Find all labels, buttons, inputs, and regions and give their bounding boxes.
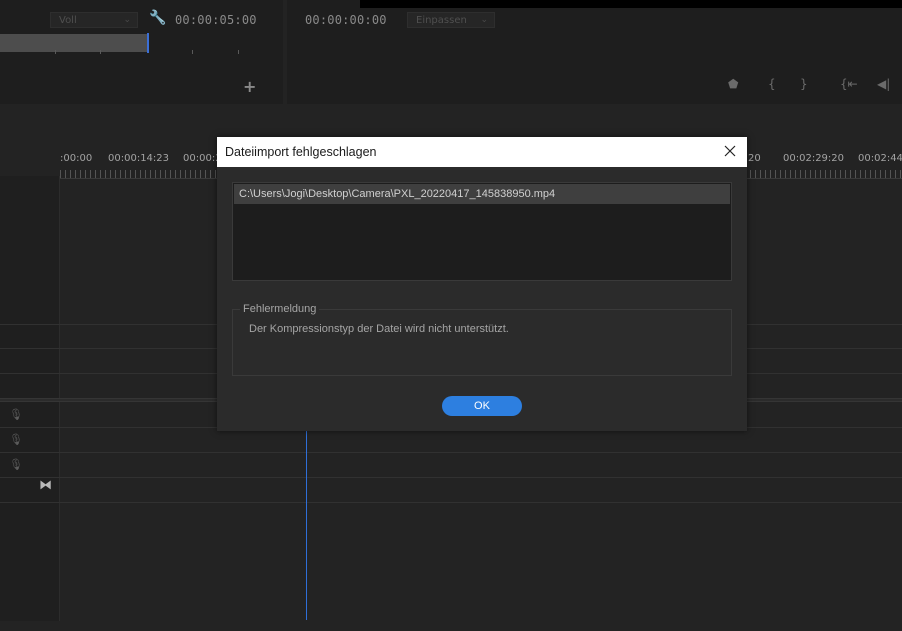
source-tick xyxy=(238,50,239,54)
chevron-down-icon: ⌄ xyxy=(123,15,131,25)
close-icon[interactable] xyxy=(721,142,739,160)
file-list[interactable]: C:\Users\Jogi\Desktop\Camera\PXL_2022041… xyxy=(232,182,732,281)
file-path: C:\Users\Jogi\Desktop\Camera\PXL_2022041… xyxy=(239,188,556,200)
source-monitor-panel: Voll ⌄ 🔧 00:00:05:00 + xyxy=(0,0,283,104)
microphone-icon[interactable]: 🎙 xyxy=(9,408,23,421)
marker-icon[interactable]: ⬟ xyxy=(728,77,738,91)
dialog-title-bar[interactable]: Dateiimport fehlgeschlagen xyxy=(217,137,747,167)
mark-out-icon[interactable]: } xyxy=(800,77,808,91)
error-group-label: Fehlermeldung xyxy=(240,303,320,315)
quality-dropdown-label: Voll xyxy=(59,15,77,26)
chevron-down-icon: ⌄ xyxy=(480,15,488,25)
ruler-label: 00:00:14:23 xyxy=(108,153,170,164)
ruler-label: :00:00 xyxy=(60,153,93,164)
wrench-icon[interactable]: 🔧 xyxy=(149,10,166,26)
dialog-title: Dateiimport fehlgeschlagen xyxy=(225,145,377,159)
step-back-icon[interactable]: ◀| xyxy=(877,77,890,91)
track-separator xyxy=(0,452,902,453)
bowtie-icon[interactable]: ⧓ xyxy=(39,478,52,493)
ruler-label: 00:00:2 xyxy=(183,153,222,164)
source-playhead[interactable] xyxy=(147,33,149,53)
top-black-bar xyxy=(360,0,902,8)
timeline-playhead[interactable] xyxy=(306,430,307,620)
microphone-icon[interactable]: 🎙 xyxy=(9,458,23,471)
source-tick xyxy=(55,50,56,54)
ruler-label: 20 xyxy=(748,153,761,164)
import-error-dialog: Dateiimport fehlgeschlagen C:\Users\Jogi… xyxy=(217,137,747,431)
ruler-label: 00:02:44: xyxy=(858,153,902,164)
program-timecode[interactable]: 00:00:00:00 xyxy=(305,13,387,27)
track-separator xyxy=(0,477,902,478)
microphone-icon[interactable]: 🎙 xyxy=(9,433,23,446)
fit-dropdown-label: Einpassen xyxy=(416,15,467,26)
source-tick xyxy=(100,50,101,54)
quality-dropdown[interactable]: Voll ⌄ xyxy=(50,12,138,28)
error-message-group: Fehlermeldung Der Kompressionstyp der Da… xyxy=(232,303,732,376)
mark-in-icon[interactable]: { xyxy=(768,77,776,91)
add-icon[interactable]: + xyxy=(243,77,256,96)
source-tick xyxy=(192,50,193,54)
go-to-in-icon[interactable]: {⇤ xyxy=(840,77,858,91)
file-list-item[interactable]: C:\Users\Jogi\Desktop\Camera\PXL_2022041… xyxy=(234,184,730,204)
source-timebar[interactable] xyxy=(0,34,148,52)
ruler-label: 00:02:29:20 xyxy=(783,153,845,164)
error-message: Der Kompressionstyp der Datei wird nicht… xyxy=(249,323,509,335)
fit-dropdown[interactable]: Einpassen ⌄ xyxy=(407,12,495,28)
source-timecode[interactable]: 00:00:05:00 xyxy=(175,13,257,27)
track-separator xyxy=(0,502,902,503)
program-monitor-panel: 00:00:00:00 Einpassen ⌄ ⬟ { } {⇤ ◀| xyxy=(287,0,902,104)
ok-button[interactable]: OK xyxy=(442,396,522,416)
